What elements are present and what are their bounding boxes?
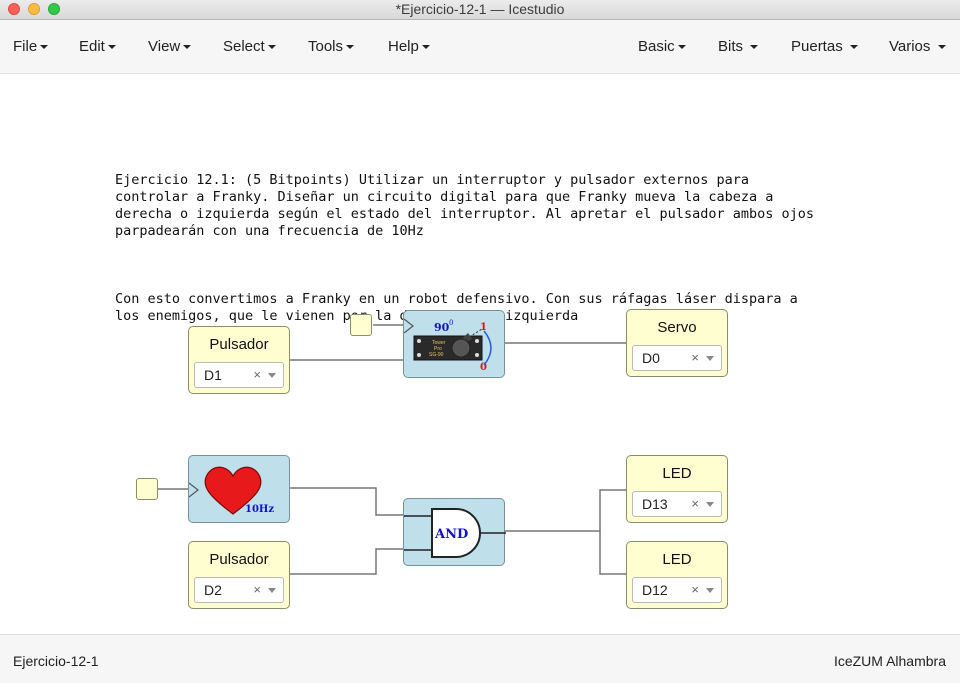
menu-select[interactable]: Select (223, 38, 276, 55)
servo-d0-block[interactable]: Servo D0 × (626, 309, 728, 377)
menu-puertas-label: Puertas (791, 38, 843, 55)
menu-puertas[interactable]: Puertas (791, 38, 858, 55)
servo-icon: 90 0 1 0 Tower Pro SG-90 (403, 318, 492, 373)
pin-value: D12 (642, 582, 668, 598)
menu-basic-label: Basic (638, 38, 675, 55)
board-name[interactable]: IceZUM Alhambra (834, 653, 946, 669)
chevron-down-icon (849, 45, 858, 50)
chevron-down-icon[interactable] (706, 356, 714, 361)
pin-value: D2 (204, 582, 222, 598)
wire-pulsador2-and[interactable] (290, 548, 403, 575)
pin-value: D0 (642, 350, 660, 366)
menu-varios-label: Varios (889, 38, 931, 55)
project-name: Ejercicio-12-1 (13, 653, 99, 669)
chevron-down-icon (346, 45, 355, 50)
chevron-down-icon (40, 45, 49, 50)
menu-help-label: Help (388, 38, 419, 55)
and-gate-icon: AND (404, 508, 506, 558)
window-title: *Ejercicio-12-1 — Icestudio (395, 1, 565, 17)
block-title: LED (662, 465, 692, 482)
pulsador-d1-block[interactable]: Pulsador D1 × (188, 326, 290, 394)
menu-file-label: File (13, 38, 38, 55)
menu-select-label: Select (223, 38, 265, 55)
chevron-down-icon (267, 45, 276, 50)
clear-icon[interactable]: × (253, 367, 261, 382)
menu-varios[interactable]: Varios (889, 38, 946, 55)
servo-angle: 90 (434, 321, 450, 334)
pin-value: D13 (642, 496, 668, 512)
chevron-down-icon (677, 45, 686, 50)
chevron-down-icon (183, 45, 192, 50)
pin-select-d13[interactable]: D13 × (632, 491, 722, 517)
servo-one: 1 (480, 322, 487, 333)
and-gate-block[interactable]: AND (403, 498, 506, 566)
heart-10hz-block[interactable]: 10Hz (188, 455, 290, 523)
menu-view-label: View (148, 38, 181, 55)
wire-heart-and[interactable] (290, 487, 403, 516)
chevron-down-icon (750, 45, 759, 50)
chevron-down-icon (107, 45, 116, 50)
clock-input-1[interactable] (350, 314, 372, 336)
menu-edit[interactable]: Edit (79, 38, 116, 55)
chevron-down-icon[interactable] (268, 588, 276, 593)
block-title: Pulsador (209, 551, 269, 568)
title-bar: *Ejercicio-12-1 — Icestudio (0, 0, 960, 20)
block-title: LED (662, 551, 692, 568)
and-gate-label: AND (434, 527, 468, 542)
wire-and-led2[interactable] (599, 531, 626, 575)
chevron-down-icon[interactable] (268, 373, 276, 378)
chevron-down-icon (421, 45, 430, 50)
chevron-down-icon (937, 45, 946, 50)
heart-icon: 10Hz (188, 466, 274, 515)
status-bar: Ejercicio-12-1 IceZUM Alhambra (0, 634, 960, 683)
pin-select-d12[interactable]: D12 × (632, 577, 722, 603)
menu-file[interactable]: File (13, 38, 49, 55)
menu-tools[interactable]: Tools (308, 38, 355, 55)
pin-value: D1 (204, 367, 222, 383)
clear-icon[interactable]: × (691, 496, 699, 511)
menu-bar: File Edit View Select Tools Help Basic B… (0, 20, 960, 74)
menu-basic[interactable]: Basic (638, 38, 686, 55)
led-d12-block[interactable]: LED D12 × (626, 541, 728, 609)
clock-input-2[interactable] (136, 478, 158, 500)
pin-select-d1[interactable]: D1 × (194, 362, 284, 388)
pin-select-d0[interactable]: D0 × (632, 345, 722, 371)
menu-view[interactable]: View (148, 38, 192, 55)
pin-select-d2[interactable]: D2 × (194, 577, 284, 603)
clear-icon[interactable]: × (691, 582, 699, 597)
design-canvas[interactable]: Ejercicio 12.1: (5 Bitpoints) Utilizar u… (0, 74, 960, 634)
menu-edit-label: Edit (79, 38, 105, 55)
menu-bits-label: Bits (718, 38, 744, 55)
clear-icon[interactable]: × (253, 582, 261, 597)
wire-and-led1[interactable] (505, 489, 626, 532)
heart-frequency: 10Hz (245, 504, 274, 515)
clear-icon[interactable]: × (691, 350, 699, 365)
block-title: Servo (657, 319, 697, 336)
menu-bits[interactable]: Bits (718, 38, 759, 55)
led-d13-block[interactable]: LED D13 × (626, 455, 728, 523)
chevron-down-icon[interactable] (706, 588, 714, 593)
servo-module-block[interactable]: 90 0 1 0 Tower Pro SG-90 (403, 310, 505, 378)
servo-degree: 0 (449, 319, 453, 327)
menu-help[interactable]: Help (388, 38, 430, 55)
block-title: Pulsador (209, 336, 269, 353)
menu-tools-label: Tools (308, 38, 344, 55)
chevron-down-icon[interactable] (706, 502, 714, 507)
pulsador-d2-block[interactable]: Pulsador D2 × (188, 541, 290, 609)
servo-label-3: SG-90 (429, 352, 444, 358)
